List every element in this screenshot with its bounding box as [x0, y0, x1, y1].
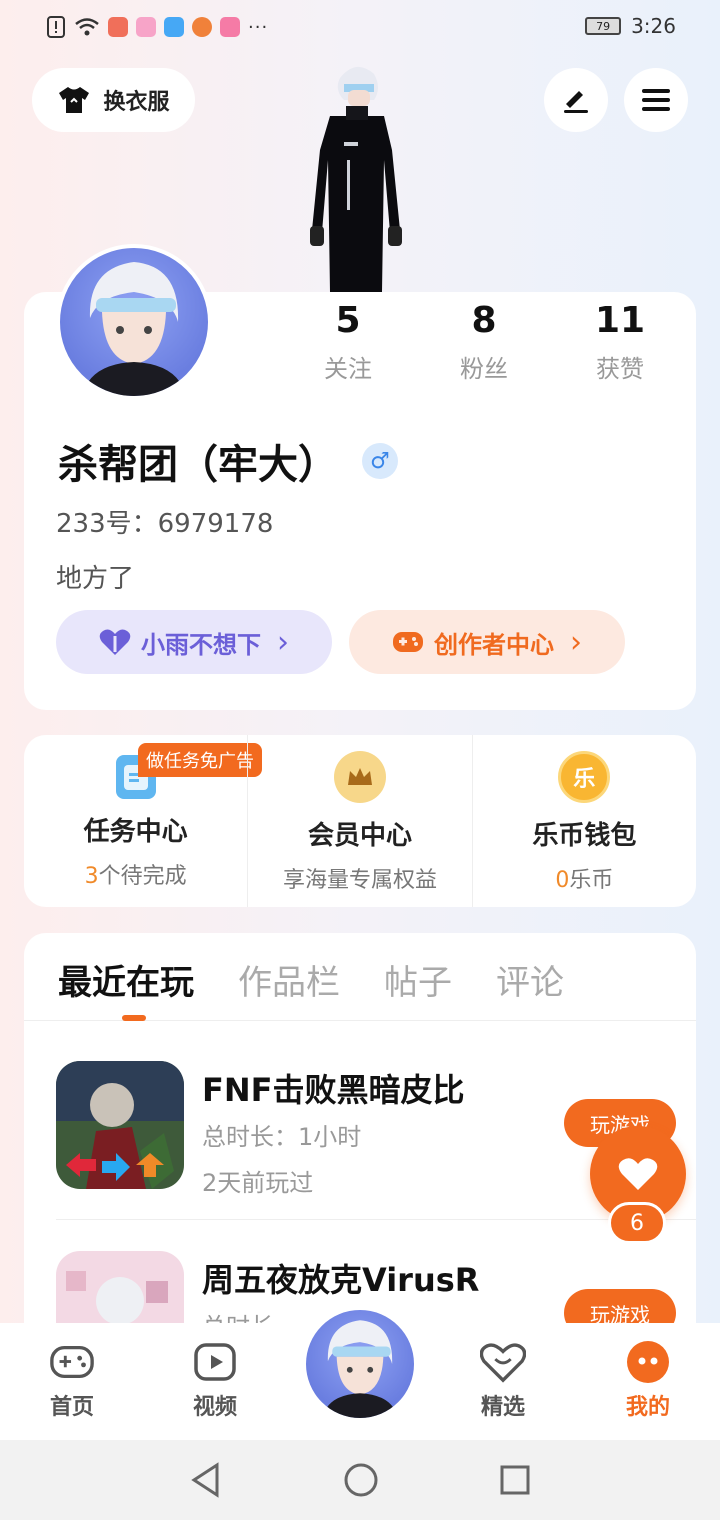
heart-icon	[99, 629, 131, 655]
services-row: 任务中心 3个待完成 做任务免广告 会员中心 享海量专属权益 乐 乐币钱包 0乐…	[24, 735, 696, 907]
tab-recent-play[interactable]: 最近在玩	[58, 955, 194, 1021]
status-right: 79 3:26	[585, 14, 676, 38]
following-count: 5	[335, 300, 361, 341]
game-list-item[interactable]: FNF击败黑暗皮比 总时长：1小时 2天前玩过 玩游戏	[56, 1061, 676, 1211]
game-last-played: 2天前玩过	[202, 1169, 314, 1197]
vip-center-title: 会员中心	[307, 821, 412, 851]
vip-center-sub: 享海量专属权益	[282, 868, 437, 893]
app-icon-1	[108, 17, 128, 37]
gamepad-icon	[393, 632, 423, 652]
nav-home-label: 首页	[49, 1395, 94, 1420]
avatar-character-figure[interactable]	[300, 60, 412, 292]
system-nav-bar	[0, 1440, 720, 1520]
fans-count: 8	[471, 300, 497, 341]
ad-free-tag: 做任务免广告	[138, 743, 262, 777]
creator-center-label: 创作者中心	[434, 630, 554, 659]
vip-center[interactable]: 会员中心 享海量专属权益	[247, 735, 471, 907]
app-icon-3	[164, 17, 184, 37]
fan-group-label: 小雨不想下	[141, 630, 261, 659]
app-icon-5	[220, 17, 240, 37]
video-icon	[192, 1341, 238, 1383]
status-overflow: ···	[248, 16, 269, 38]
following-label: 关注	[324, 355, 372, 383]
app-icon-4	[192, 17, 212, 37]
nav-me[interactable]: 我的	[593, 1341, 703, 1421]
likes-label: 获赞	[596, 355, 644, 383]
coin-balance: 0	[555, 868, 570, 893]
nav-video[interactable]: 视频	[160, 1341, 270, 1421]
nav-video-label: 视频	[192, 1395, 237, 1420]
coin-wallet[interactable]: 乐 乐币钱包 0乐币	[471, 735, 696, 907]
stat-fans[interactable]: 8 粉丝	[424, 300, 544, 384]
nav-center-avatar[interactable]	[302, 1306, 418, 1422]
status-icons: ···	[46, 16, 268, 38]
coin-sub-text: 乐币	[569, 868, 614, 893]
edit-profile-button[interactable]	[544, 68, 608, 132]
alert-sim-icon	[47, 16, 65, 38]
like-count-badge: 6	[608, 1202, 666, 1244]
recents-icon[interactable]	[499, 1464, 531, 1496]
task-sub-text: 个待完成	[98, 864, 187, 889]
creator-center-button[interactable]: 创作者中心 ›	[349, 610, 625, 674]
home-icon[interactable]	[343, 1462, 379, 1498]
avatar-image	[322, 1320, 398, 1418]
nav-me-label: 我的	[625, 1395, 670, 1420]
clock: 3:26	[631, 14, 676, 38]
tab-works[interactable]: 作品栏	[238, 955, 340, 1020]
battery-icon: 79	[585, 17, 622, 35]
task-center-sub: 3个待完成	[24, 858, 247, 890]
bio: 地方了	[56, 564, 135, 594]
coin-icon: 乐	[558, 751, 611, 803]
status-bar: ··· 79 3:26	[0, 0, 720, 56]
chevron-right-icon: ›	[570, 624, 582, 660]
heart-badge-icon	[480, 1341, 526, 1383]
tshirt-icon	[59, 87, 90, 113]
content-tabs: 最近在玩 作品栏 帖子 评论	[24, 933, 696, 1021]
username-row: 杀帮团（牢大） ♂	[58, 432, 398, 490]
hamburger-icon	[642, 89, 670, 111]
avatar[interactable]	[56, 244, 212, 400]
coin-wallet-title: 乐币钱包	[532, 821, 637, 851]
game-title: FNF击败黑暗皮比	[202, 1071, 465, 1109]
game-title: 周五夜放克VirusR	[202, 1261, 480, 1299]
chevron-right-icon: ›	[277, 624, 289, 660]
game-duration: 总时长：1小时	[202, 1123, 362, 1151]
avatar-image	[82, 262, 186, 396]
username: 杀帮团（牢大）	[58, 442, 338, 488]
crown-icon	[333, 751, 386, 803]
gamepad-icon	[49, 1341, 95, 1383]
stat-following[interactable]: 5 关注	[288, 300, 408, 384]
battery-level: 79	[596, 19, 611, 33]
fans-label: 粉丝	[460, 355, 508, 383]
male-gender-icon: ♂	[362, 443, 398, 479]
content-card: 最近在玩 作品栏 帖子 评论 FNF击败黑暗皮比 总时长：1小时 2天前玩过 玩…	[24, 933, 696, 1363]
change-outfit-button[interactable]: 换衣服	[32, 68, 195, 132]
user-id[interactable]: 233号：6979178	[56, 503, 273, 540]
me-icon	[625, 1341, 671, 1383]
coin-icon-text: 乐	[573, 767, 596, 792]
tab-posts[interactable]: 帖子	[384, 955, 452, 1020]
task-center[interactable]: 任务中心 3个待完成 做任务免广告	[24, 735, 262, 907]
pen-icon	[564, 91, 588, 113]
change-outfit-label: 换衣服	[103, 90, 170, 115]
menu-button[interactable]	[624, 68, 688, 132]
divider	[56, 1219, 696, 1220]
stat-likes[interactable]: 11 获赞	[560, 300, 680, 384]
profile-stats: 5 关注 8 粉丝 11 获赞	[280, 300, 688, 384]
tab-comments[interactable]: 评论	[496, 955, 564, 1020]
back-icon[interactable]	[189, 1462, 223, 1498]
app-icon-2	[136, 17, 156, 37]
task-center-title: 任务中心	[83, 817, 188, 847]
nav-featured-label: 精选	[480, 1395, 525, 1420]
heart-icon	[618, 1158, 658, 1190]
task-count: 3	[84, 864, 99, 889]
fan-group-button[interactable]: 小雨不想下 ›	[56, 610, 332, 674]
nav-home[interactable]: 首页	[17, 1341, 127, 1421]
wifi-icon	[75, 18, 99, 36]
coin-wallet-sub: 0乐币	[473, 862, 696, 894]
game-icon	[56, 1061, 184, 1189]
likes-count: 11	[594, 300, 646, 341]
nav-featured[interactable]: 精选	[448, 1341, 558, 1421]
avatar	[306, 1310, 414, 1418]
